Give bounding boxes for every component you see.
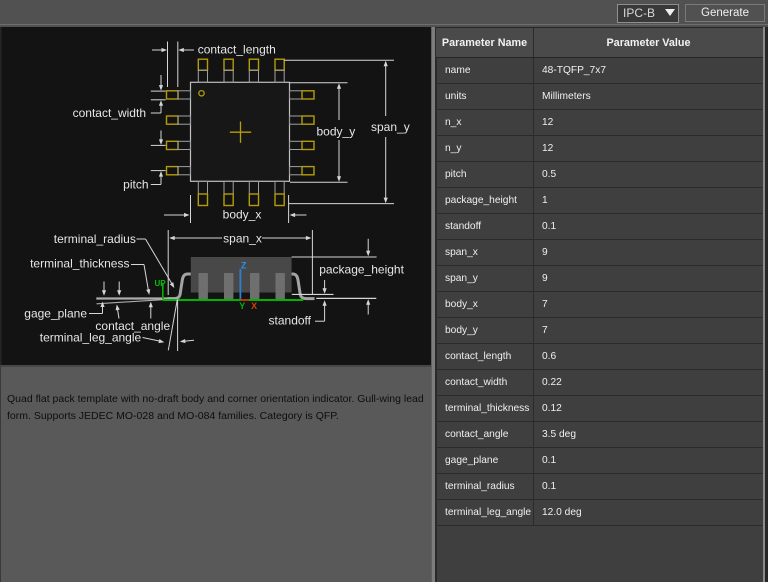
svg-text:body_x: body_x: [223, 208, 262, 222]
svg-text:X: X: [251, 301, 257, 311]
svg-text:UP: UP: [155, 279, 167, 288]
svg-text:Y: Y: [239, 301, 245, 311]
svg-text:contact_length: contact_length: [198, 43, 276, 57]
svg-text:Z: Z: [241, 260, 247, 270]
svg-text:gage_plane: gage_plane: [24, 307, 87, 321]
svg-text:span_y: span_y: [371, 120, 410, 134]
svg-text:terminal_radius: terminal_radius: [54, 232, 136, 246]
svg-text:terminal_thickness: terminal_thickness: [30, 257, 129, 271]
svg-text:pitch: pitch: [123, 178, 148, 192]
svg-text:contact_width: contact_width: [73, 106, 146, 120]
svg-text:terminal_leg_angle: terminal_leg_angle: [40, 331, 142, 345]
svg-text:span_x: span_x: [223, 232, 262, 246]
svg-text:body_y: body_y: [317, 125, 356, 139]
svg-text:package_height: package_height: [319, 263, 404, 277]
svg-text:standoff: standoff: [269, 314, 312, 328]
